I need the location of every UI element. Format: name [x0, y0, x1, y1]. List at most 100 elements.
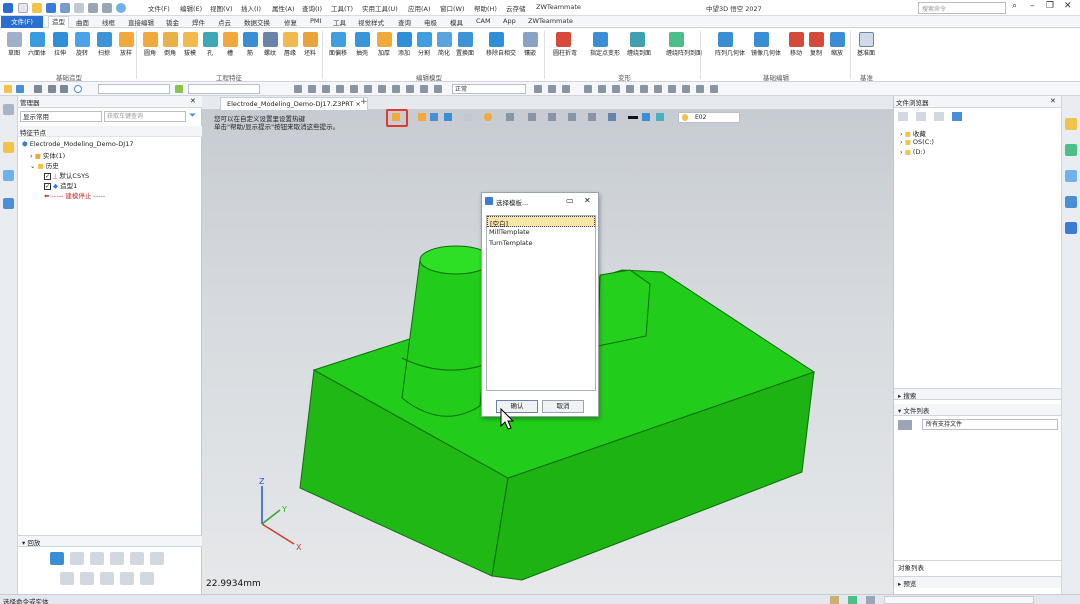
color-icon[interactable] [175, 85, 183, 93]
lip-button[interactable]: 唇缘 [280, 32, 300, 57]
search-icon[interactable]: ⌕ [1012, 1, 1017, 11]
print-icon[interactable] [74, 3, 84, 13]
layer-combo[interactable] [188, 84, 260, 94]
tool4-icon[interactable] [584, 85, 592, 93]
tab-data-exchange[interactable]: 数据交换 [244, 17, 270, 27]
undo-icon[interactable] [88, 3, 98, 13]
play-icon[interactable] [50, 552, 64, 565]
fillet-button[interactable]: 圆角 [140, 32, 160, 57]
step-forward-icon[interactable] [70, 552, 84, 565]
settings-tab-icon[interactable] [1065, 222, 1077, 234]
point-deform-button[interactable]: 指定点变形 [590, 32, 620, 57]
browser-drive-c[interactable]: › ■ OS(C:) [900, 138, 934, 146]
copy-button[interactable]: 复制 [806, 32, 826, 57]
link-icon[interactable] [60, 572, 74, 585]
tab-pmi[interactable]: PMI [310, 17, 321, 25]
menu-cloud[interactable]: 云存储 [506, 3, 526, 13]
align3-icon[interactable] [322, 85, 330, 93]
wrap-to-face-button[interactable]: 缠绕到面 [627, 32, 651, 57]
cancel-button[interactable]: 取消 [542, 400, 584, 413]
close-icon[interactable]: ✕ [1064, 1, 1072, 11]
stock-button[interactable]: 坯料 [300, 32, 320, 57]
remove-self-intersect-button[interactable]: 移除自相交 [486, 32, 516, 57]
filter-select[interactable]: 显示常用 [20, 111, 102, 122]
sketch-button[interactable]: 草图 [4, 32, 24, 57]
tool6-icon[interactable] [612, 85, 620, 93]
browser-drive-d[interactable]: › ■ (D:) [900, 148, 925, 156]
tool9-icon[interactable] [654, 85, 662, 93]
box-button[interactable]: 六面体 [27, 32, 47, 57]
filter-funnel-icon[interactable]: ⏷ [189, 111, 196, 121]
align4-icon[interactable] [336, 85, 344, 93]
chamfer-button[interactable]: 倒角 [160, 32, 180, 57]
status-icon-a[interactable] [830, 596, 839, 604]
playback-header[interactable]: ▾ 回放 [18, 535, 202, 547]
preview-section-header[interactable]: ▸ 预览 [894, 576, 1062, 588]
cube-tab-icon[interactable] [1065, 196, 1077, 208]
panel-close-icon[interactable]: ✕ [190, 97, 196, 105]
tool12-icon[interactable] [696, 85, 704, 93]
shell-button[interactable]: 抽壳 [352, 32, 372, 57]
tool-icon[interactable] [534, 85, 542, 93]
dialog-help-icon[interactable]: ▭ [566, 196, 574, 205]
tool11-icon[interactable] [682, 85, 690, 93]
up-icon[interactable] [934, 112, 944, 121]
tree-root[interactable]: ⬢ Electrode_Modeling_Demo-DJ17 [22, 140, 133, 148]
open-file-icon[interactable] [32, 3, 42, 13]
new-tab-icon[interactable]: + [360, 97, 368, 107]
library-tab-icon[interactable] [1065, 170, 1077, 182]
rib-button[interactable]: 筋 [240, 32, 260, 57]
list-item[interactable]: [空白] [487, 216, 595, 228]
view-mode-icon[interactable] [898, 420, 912, 430]
regen-icon[interactable] [116, 3, 126, 13]
pattern-geometry-button[interactable]: 阵列几何体 [715, 32, 745, 57]
tab-direct-edit[interactable]: 直接编辑 [128, 17, 154, 27]
visibility-checkbox[interactable]: ✓ [44, 172, 51, 180]
new-file-icon[interactable] [18, 3, 28, 13]
cylinder-side[interactable] [401, 259, 493, 417]
menu-help[interactable]: 帮助(H) [474, 3, 497, 13]
file-type-select[interactable]: 所有支持文件 [922, 419, 1058, 430]
simplify-button[interactable]: 简化 [434, 32, 454, 57]
tool3-icon[interactable] [562, 85, 570, 93]
wrap-pattern-to-face-button[interactable]: 缠绕阵列到面 [666, 32, 702, 57]
menu-query[interactable]: 查询(I) [302, 3, 322, 13]
tool8-icon[interactable] [640, 85, 648, 93]
sweep-button[interactable]: 扫掠 [94, 32, 114, 57]
delete-icon[interactable] [120, 572, 134, 585]
status-icon-c[interactable] [866, 596, 875, 604]
tree-shape1[interactable]: ✓ ◆ 造型1 [44, 180, 77, 190]
slot-button[interactable]: 槽 [220, 32, 240, 57]
thread-button[interactable]: 螺纹 [260, 32, 280, 57]
loop-icon[interactable] [110, 552, 124, 565]
back-block[interactable] [597, 269, 651, 347]
loft-button[interactable]: 放样 [116, 32, 136, 57]
tool7-icon[interactable] [626, 85, 634, 93]
tab-wireframe[interactable]: 线框 [102, 17, 115, 27]
mirror-geometry-button[interactable]: 镜像几何体 [751, 32, 781, 57]
tool10-icon[interactable] [668, 85, 676, 93]
tab-visual-style[interactable]: 视觉样式 [358, 17, 384, 27]
tab-repair[interactable]: 修复 [284, 17, 297, 27]
menu-utility[interactable]: 实用工具(U) [362, 3, 398, 13]
tab-mold[interactable]: 模具 [450, 17, 463, 27]
refresh-icon[interactable] [952, 112, 962, 121]
tab-query[interactable]: 查询 [398, 17, 411, 27]
menu-edit[interactable]: 编辑(E) [180, 3, 202, 13]
hole-button[interactable]: 孔 [200, 32, 220, 57]
tree-build-stop[interactable]: ⬅ ----- 建模停止 ----- [44, 190, 105, 200]
fast-forward-icon[interactable] [130, 552, 144, 565]
replace-face-button[interactable]: 置换面 [455, 32, 475, 57]
tab-tools[interactable]: 工具 [333, 17, 346, 27]
view-icon[interactable] [60, 85, 68, 93]
menu-file[interactable]: 文件(F) [148, 3, 170, 13]
menu-tools[interactable]: 工具(T) [331, 3, 353, 13]
align7-icon[interactable] [378, 85, 386, 93]
template-list[interactable]: [空白] MillTemplate TurnTemplate [486, 215, 596, 391]
align5-icon[interactable] [350, 85, 358, 93]
document-tab[interactable]: Electrode_Modeling_Demo-DJ17.Z3PRT × [220, 97, 368, 110]
resource-tab-icon[interactable] [1065, 144, 1077, 156]
select-icon[interactable] [4, 85, 12, 93]
search-section-header[interactable]: ▸ 搜索 [894, 388, 1062, 400]
filelist-section-header[interactable]: ▾ 文件列表 [894, 404, 1062, 416]
